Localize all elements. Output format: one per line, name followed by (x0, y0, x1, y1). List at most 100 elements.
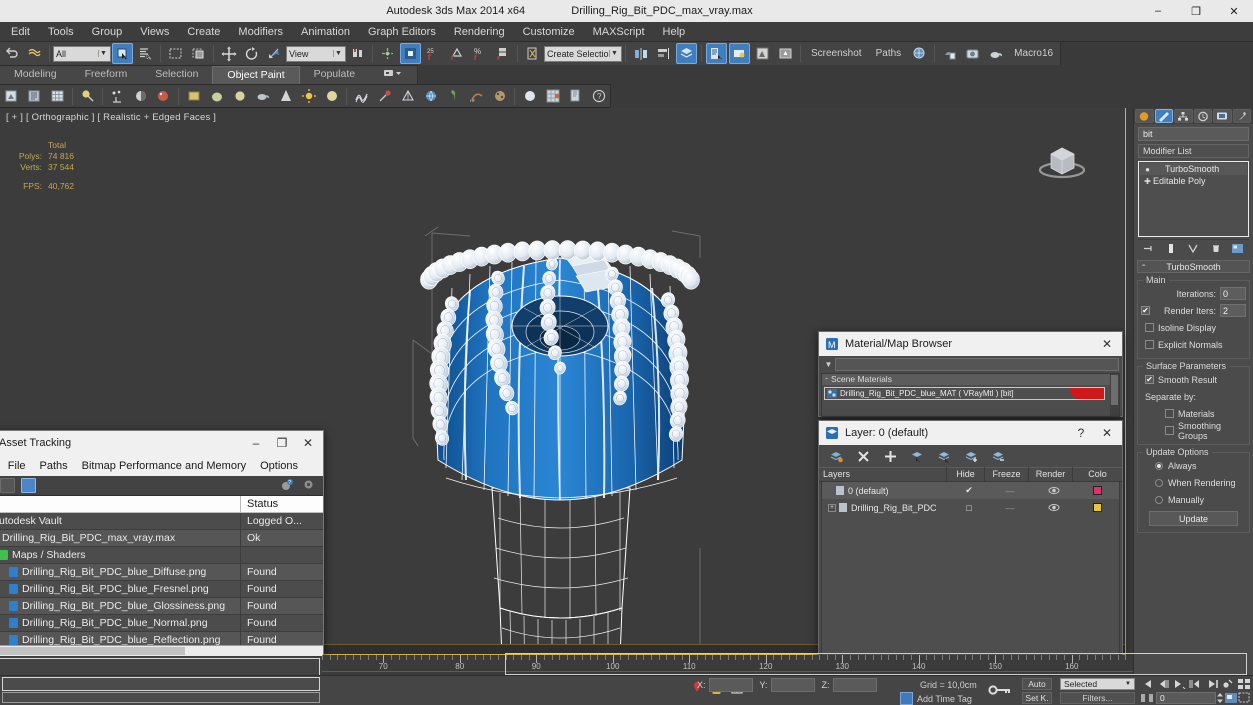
table-row[interactable]: Drilling_Rig_Bit_PDC_blue_Normal.png Foun… (0, 614, 323, 632)
explicit-normals-checkbox[interactable] (1145, 340, 1154, 349)
schematic-view-icon[interactable] (729, 43, 750, 64)
smooth-result-checkbox[interactable]: ✔ (1145, 375, 1154, 384)
screenshot-label[interactable]: Screenshot (804, 48, 869, 59)
at-menu-file[interactable]: File (1, 458, 33, 474)
material-map-browser-dialog[interactable]: M Material/Map Browser ✕ ▼ Scene Materia… (818, 331, 1123, 417)
layer-dialog-help-icon[interactable]: ? (1068, 422, 1094, 444)
at-menu-bitmap[interactable]: Bitmap Performance and Memory (75, 458, 253, 474)
material-editor-icon[interactable] (752, 43, 773, 64)
spinner-snap-toggle-icon[interactable] (492, 43, 513, 64)
material-browser-close-icon[interactable]: ✕ (1094, 333, 1120, 355)
menu-item-edit[interactable]: Edit (2, 23, 39, 41)
key-mode-icon[interactable] (1220, 678, 1236, 690)
turbosmooth-rollup-header[interactable]: TurboSmooth (1137, 260, 1250, 273)
update-when-rendering-radio[interactable] (1155, 478, 1163, 487)
zoom-region-icon[interactable] (1238, 692, 1252, 704)
ribbon-tab-modeling[interactable]: Modeling (0, 66, 71, 84)
viewcube[interactable] (1033, 130, 1091, 188)
layer-render-cell[interactable] (1032, 499, 1076, 516)
key-toggle-icon[interactable] (988, 683, 1014, 697)
material-search-input[interactable] (835, 357, 1119, 371)
select-objects-in-layer-icon[interactable] (910, 449, 925, 464)
asset-tracking-rows[interactable]: Autodesk Vault Logged O... Drilling_Rig_Bi… (0, 513, 323, 645)
layer-color-cell[interactable] (1076, 482, 1119, 499)
show-end-result-icon[interactable] (1165, 242, 1178, 255)
update-manually-radio[interactable] (1155, 495, 1163, 504)
layer-row[interactable]: +0 (default)✔— (822, 482, 1119, 499)
render-setup-icon[interactable] (775, 43, 796, 64)
auto-key-button[interactable]: Auto (1022, 678, 1052, 690)
hierarchy-tab[interactable] (1174, 109, 1193, 123)
display-tab[interactable] (1213, 109, 1232, 123)
play-icon[interactable] (1172, 678, 1188, 690)
render-iterative-icon[interactable] (939, 43, 960, 64)
chevron-down-icon[interactable]: ▼ (822, 360, 835, 369)
particle-flow-icon[interactable] (489, 86, 510, 107)
ribbon-tab-freeform[interactable]: Freeform (71, 66, 142, 84)
teapot-primitive-icon[interactable] (252, 86, 273, 107)
at-settings-icon[interactable] (302, 478, 317, 493)
layer-row[interactable]: + Drilling_Rig_Bit_PDC □ — (822, 499, 1119, 516)
asset-tracking-close-icon[interactable]: ✕ (295, 432, 321, 454)
pin-stack-icon[interactable] (1143, 242, 1156, 255)
menu-item-customize[interactable]: Customize (514, 23, 584, 41)
layer-manager-dialog[interactable]: Layer: 0 (default) ? ✕ Layers Hide Freez… (818, 420, 1123, 675)
paint-objects-icon[interactable] (1, 86, 22, 107)
set-key-button[interactable]: Set K. (1022, 692, 1052, 704)
update-when-rendering-row[interactable]: When Rendering (1141, 475, 1246, 490)
select-and-rotate-icon[interactable] (241, 43, 262, 64)
material-browser-scrollbar[interactable] (1110, 374, 1119, 416)
select-highlight-layer-icon[interactable] (937, 449, 952, 464)
render-iters-checkbox[interactable]: ✔ (1141, 306, 1150, 315)
remove-selection-from-layer-icon[interactable] (991, 449, 1006, 464)
named-selection-set-combo[interactable]: Create Selection S ▼ (544, 45, 622, 62)
angle-snap-toggle-icon[interactable] (446, 43, 467, 64)
table-row[interactable]: Drilling_Rig_Bit_PDC_blue_Diffuse.png Fou… (0, 563, 323, 581)
ribbon-minimize-icon[interactable] (369, 66, 417, 84)
paths-label[interactable]: Paths (869, 48, 909, 59)
pyramid-gizmo-icon[interactable] (397, 86, 418, 107)
at-column-status[interactable]: Status (241, 496, 323, 513)
angle-snap-25-icon[interactable]: 25 (423, 43, 444, 64)
motion-tab[interactable] (1193, 109, 1212, 123)
delete-layer-icon[interactable] (856, 449, 871, 464)
layer-hide-cell[interactable]: □ (950, 499, 988, 516)
layer-color-cell[interactable] (1076, 499, 1119, 516)
menu-item-animation[interactable]: Animation (292, 23, 359, 41)
menu-item-rendering[interactable]: Rendering (445, 23, 514, 41)
material-browser-tree[interactable]: Scene Materials Drilling_Rig_Bit_PDC_blu… (821, 373, 1120, 417)
menu-item-tools[interactable]: Tools (39, 23, 83, 41)
at-menu-options[interactable]: Options (253, 458, 305, 474)
hf-icon[interactable]: HF (466, 86, 487, 107)
layer-color-swatch[interactable] (1093, 503, 1102, 512)
table-row[interactable]: Drilling_Rig_Bit_PDC_max_vray.max Ok (0, 529, 323, 547)
paint-list-icon[interactable] (24, 86, 45, 107)
turbosmooth-rollup[interactable]: TurboSmooth (1137, 260, 1250, 273)
zoom-extents-icon[interactable] (1224, 692, 1238, 704)
curve-editor-icon[interactable] (706, 43, 727, 64)
scene-materials-group[interactable]: Scene Materials (822, 373, 1119, 385)
menu-item-help[interactable]: Help (654, 23, 695, 41)
at-help-icon[interactable]: ? (281, 478, 296, 493)
asset-tracking-maximize-icon[interactable]: ❐ (269, 432, 295, 454)
time-slider[interactable] (505, 653, 1247, 675)
menu-item-maxscript[interactable]: MAXScript (584, 23, 654, 41)
x-field[interactable] (708, 678, 753, 692)
select-object-icon[interactable] (112, 43, 133, 64)
sphere-primitive-icon[interactable] (206, 86, 227, 107)
menu-item-group[interactable]: Group (83, 23, 132, 41)
configure-modifier-sets-icon[interactable] (1231, 242, 1244, 255)
layer-expand-icon[interactable]: + (828, 503, 836, 512)
select-and-manipulate-icon[interactable] (377, 43, 398, 64)
ribbon-tab-populate[interactable]: Populate (300, 66, 369, 84)
omni-light-icon[interactable] (298, 86, 319, 107)
add-selection-to-layer-icon[interactable] (964, 449, 979, 464)
layer-column-render[interactable]: Render (1029, 467, 1073, 482)
at-detail-view-icon[interactable] (0, 478, 15, 493)
asset-tracking-minimize-icon[interactable]: – (243, 432, 269, 454)
snaps-toggle-icon[interactable] (400, 43, 421, 64)
reference-coordinate-combo[interactable]: View ▼ (286, 45, 346, 62)
remove-modifier-icon[interactable] (1209, 242, 1222, 255)
lightbulb-icon[interactable]: ● (1142, 165, 1153, 174)
update-always-row[interactable]: Always (1141, 458, 1246, 473)
